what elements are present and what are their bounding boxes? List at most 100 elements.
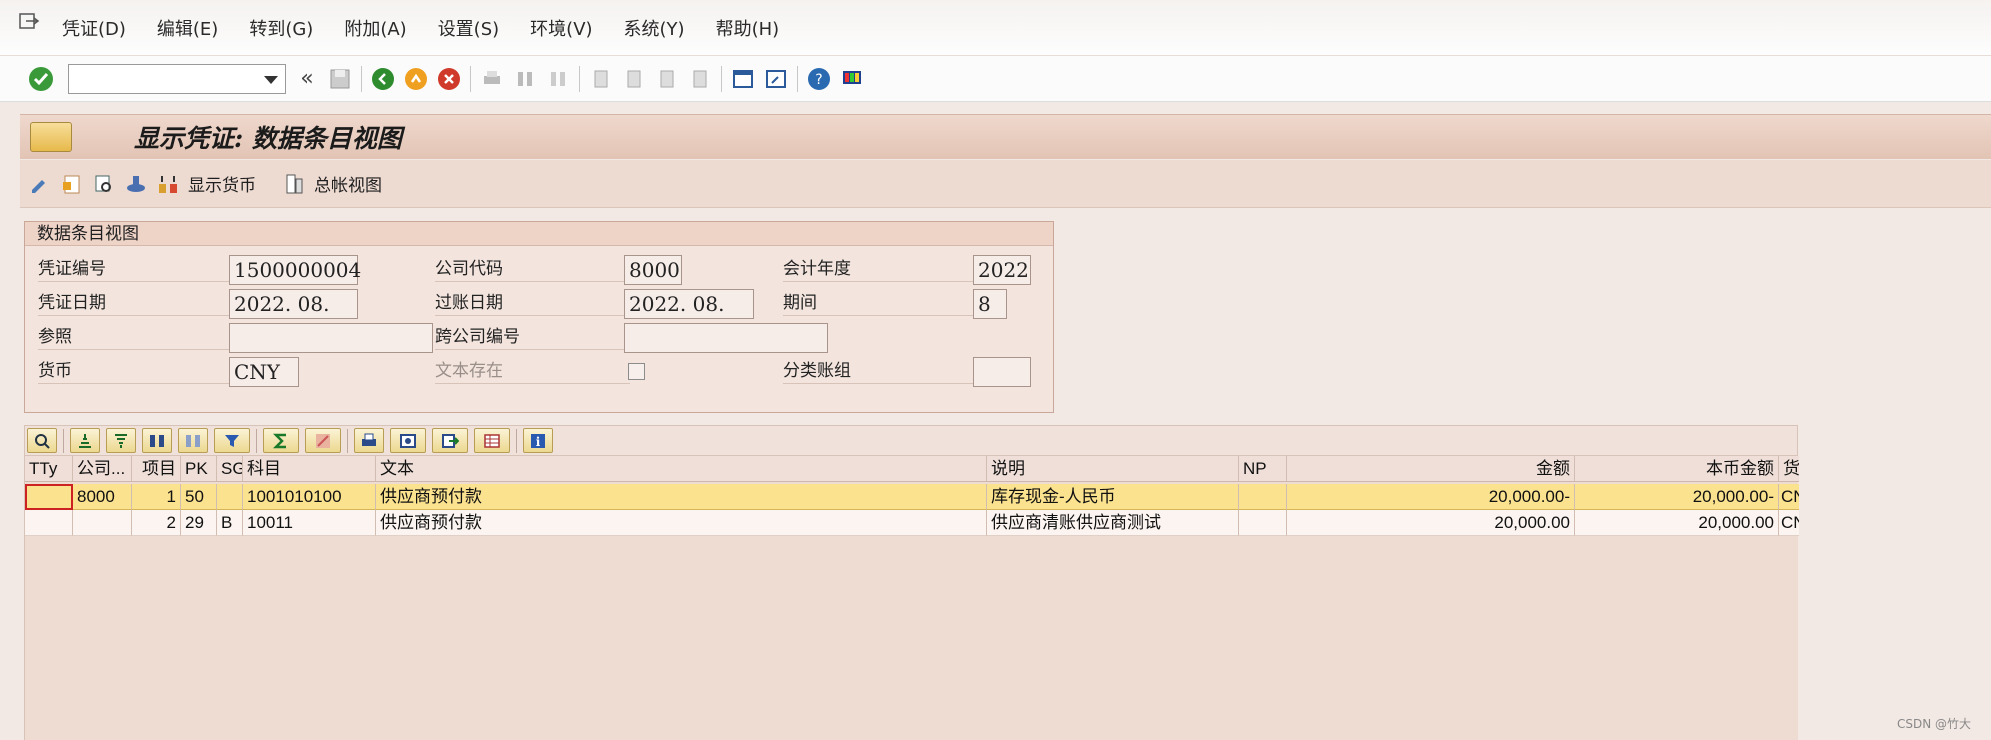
- export-icon[interactable]: [432, 428, 468, 453]
- column-header-item[interactable]: 项目: [132, 456, 181, 482]
- menu-exit-icon[interactable]: [18, 11, 40, 33]
- cell-sg[interactable]: [217, 484, 243, 510]
- menu-system[interactable]: 系统(Y): [624, 15, 685, 41]
- find-next-icon[interactable]: [178, 428, 208, 453]
- grid-toolbar: i: [24, 425, 1798, 456]
- company-code-label: 公司代码: [435, 256, 630, 282]
- column-header-amount[interactable]: 金额: [1287, 456, 1575, 482]
- fiscal-year-field[interactable]: 2022: [973, 255, 1031, 285]
- grid-header-row: TTy 公司... 项目 PK SG 科目 文本 说明 NP 金额 本币金额 货: [25, 456, 1799, 482]
- sort-ascending-icon[interactable]: [70, 428, 100, 453]
- subtotal-icon[interactable]: [305, 428, 341, 453]
- shortcut-icon[interactable]: [764, 66, 788, 92]
- posting-date-field[interactable]: 2022. 08. 02: [624, 289, 754, 344]
- menu-bar: 凭证(D) 编辑(E) 转到(G) 附加(A) 设置(S) 环境(V) 系统(Y…: [0, 0, 1991, 56]
- gl-view-icon[interactable]: [282, 171, 306, 197]
- reference-field[interactable]: [229, 323, 433, 353]
- cell-text[interactable]: 供应商预付款: [376, 510, 987, 536]
- cancel-red-icon[interactable]: [437, 66, 461, 92]
- cell-company[interactable]: 8000: [73, 484, 132, 510]
- doc-date-field[interactable]: 2022. 08. 02: [229, 289, 358, 344]
- cell-pk[interactable]: 29: [181, 510, 217, 536]
- ledger-group-field[interactable]: [973, 357, 1031, 387]
- cell-amount[interactable]: 20,000.00: [1287, 510, 1575, 536]
- cell-item[interactable]: 1: [132, 484, 181, 510]
- cell-np[interactable]: [1239, 510, 1287, 536]
- print-preview-icon[interactable]: [354, 428, 384, 453]
- menu-toggle-icon[interactable]: [30, 122, 72, 152]
- cell-tty[interactable]: [25, 510, 73, 536]
- column-header-currency[interactable]: 货: [1779, 456, 1799, 482]
- change-layout-icon[interactable]: [474, 428, 510, 453]
- menu-environment[interactable]: 环境(V): [530, 15, 592, 41]
- fiscal-year-label: 会计年度: [783, 256, 973, 282]
- cell-local-amount[interactable]: 20,000.00: [1575, 510, 1779, 536]
- grid-toolbar-separator: [347, 428, 348, 453]
- menu-extras[interactable]: 附加(A): [344, 15, 406, 41]
- cell-account[interactable]: 1001010100: [243, 484, 376, 510]
- back-double-arrow-icon[interactable]: «: [295, 66, 319, 92]
- cell-amount[interactable]: 20,000.00-: [1287, 484, 1575, 510]
- company-code-field[interactable]: 8000: [624, 255, 682, 285]
- enter-check-icon[interactable]: [28, 66, 54, 92]
- find-icon[interactable]: [142, 428, 172, 453]
- menu-settings[interactable]: 设置(S): [438, 15, 499, 41]
- column-header-tty[interactable]: TTy: [25, 456, 73, 482]
- cell-description[interactable]: 供应商清账供应商测试: [987, 510, 1239, 536]
- cell-local-amount[interactable]: 20,000.00-: [1575, 484, 1779, 510]
- doc-number-field[interactable]: 1500000004: [229, 255, 361, 285]
- cell-currency[interactable]: CN: [1779, 484, 1799, 510]
- currency-field[interactable]: CNY: [229, 357, 299, 387]
- cross-company-field[interactable]: [624, 323, 828, 353]
- column-header-account[interactable]: 科目: [243, 456, 376, 482]
- column-header-company[interactable]: 公司...: [73, 456, 132, 482]
- cell-sg[interactable]: B: [217, 510, 243, 536]
- currency-icon[interactable]: [156, 171, 180, 197]
- print-icon: [484, 70, 500, 84]
- display-currency-button[interactable]: 显示货币: [188, 171, 256, 196]
- stamp-icon[interactable]: [124, 171, 148, 197]
- menu-help[interactable]: 帮助(H): [716, 15, 780, 41]
- information-icon[interactable]: i: [523, 428, 553, 453]
- cell-company[interactable]: [73, 510, 132, 536]
- exit-orange-icon[interactable]: [404, 66, 428, 92]
- period-field[interactable]: 8: [973, 289, 1007, 319]
- cell-pk[interactable]: 50: [181, 484, 217, 510]
- command-field[interactable]: [68, 63, 286, 94]
- cell-text[interactable]: 供应商预付款: [376, 484, 987, 510]
- column-header-local-amount[interactable]: 本币金额: [1575, 456, 1779, 482]
- new-session-icon[interactable]: [731, 66, 755, 92]
- help-icon[interactable]: ?: [807, 66, 831, 92]
- display-change-icon[interactable]: [28, 171, 52, 197]
- document-overview-icon[interactable]: [60, 171, 84, 197]
- table-row[interactable]: 8000 1 50 1001010100 供应商预付款 库存现金-人民币 20,…: [25, 484, 1799, 510]
- page-title: 显示凭证: 数据条目视图: [134, 124, 402, 153]
- select-icon[interactable]: [92, 171, 116, 197]
- detail-icon[interactable]: [27, 428, 57, 453]
- cell-description[interactable]: 库存现金-人民币: [987, 484, 1239, 510]
- currency-label: 货币: [38, 358, 244, 384]
- cell-item[interactable]: 2: [132, 510, 181, 536]
- menu-goto[interactable]: 转到(G): [249, 15, 313, 41]
- back-green-icon[interactable]: [371, 66, 395, 92]
- sum-icon[interactable]: [263, 428, 299, 453]
- cell-currency[interactable]: CN: [1779, 510, 1799, 536]
- gl-view-button[interactable]: 总帐视图: [314, 171, 382, 196]
- customize-layout-icon[interactable]: [840, 66, 864, 92]
- cell-np[interactable]: [1239, 484, 1287, 510]
- column-header-pk[interactable]: PK: [181, 456, 217, 482]
- views-icon[interactable]: [390, 428, 426, 453]
- chevron-down-icon[interactable]: [264, 75, 278, 84]
- title-bar: 显示凭证: 数据条目视图: [20, 114, 1991, 159]
- current-cell-marker: [25, 484, 73, 510]
- menu-edit[interactable]: 编辑(E): [157, 15, 218, 41]
- column-header-description[interactable]: 说明: [987, 456, 1239, 482]
- cell-account[interactable]: 10011: [243, 510, 376, 536]
- column-header-sg[interactable]: SG: [217, 456, 243, 482]
- menu-voucher[interactable]: 凭证(D): [62, 15, 126, 41]
- table-row[interactable]: 2 29 B 10011 供应商预付款 供应商清账供应商测试 20,000.00…: [25, 510, 1799, 536]
- column-header-text[interactable]: 文本: [376, 456, 987, 482]
- column-header-np[interactable]: NP: [1239, 456, 1287, 482]
- sort-descending-icon[interactable]: [106, 428, 136, 453]
- filter-icon[interactable]: [214, 428, 250, 453]
